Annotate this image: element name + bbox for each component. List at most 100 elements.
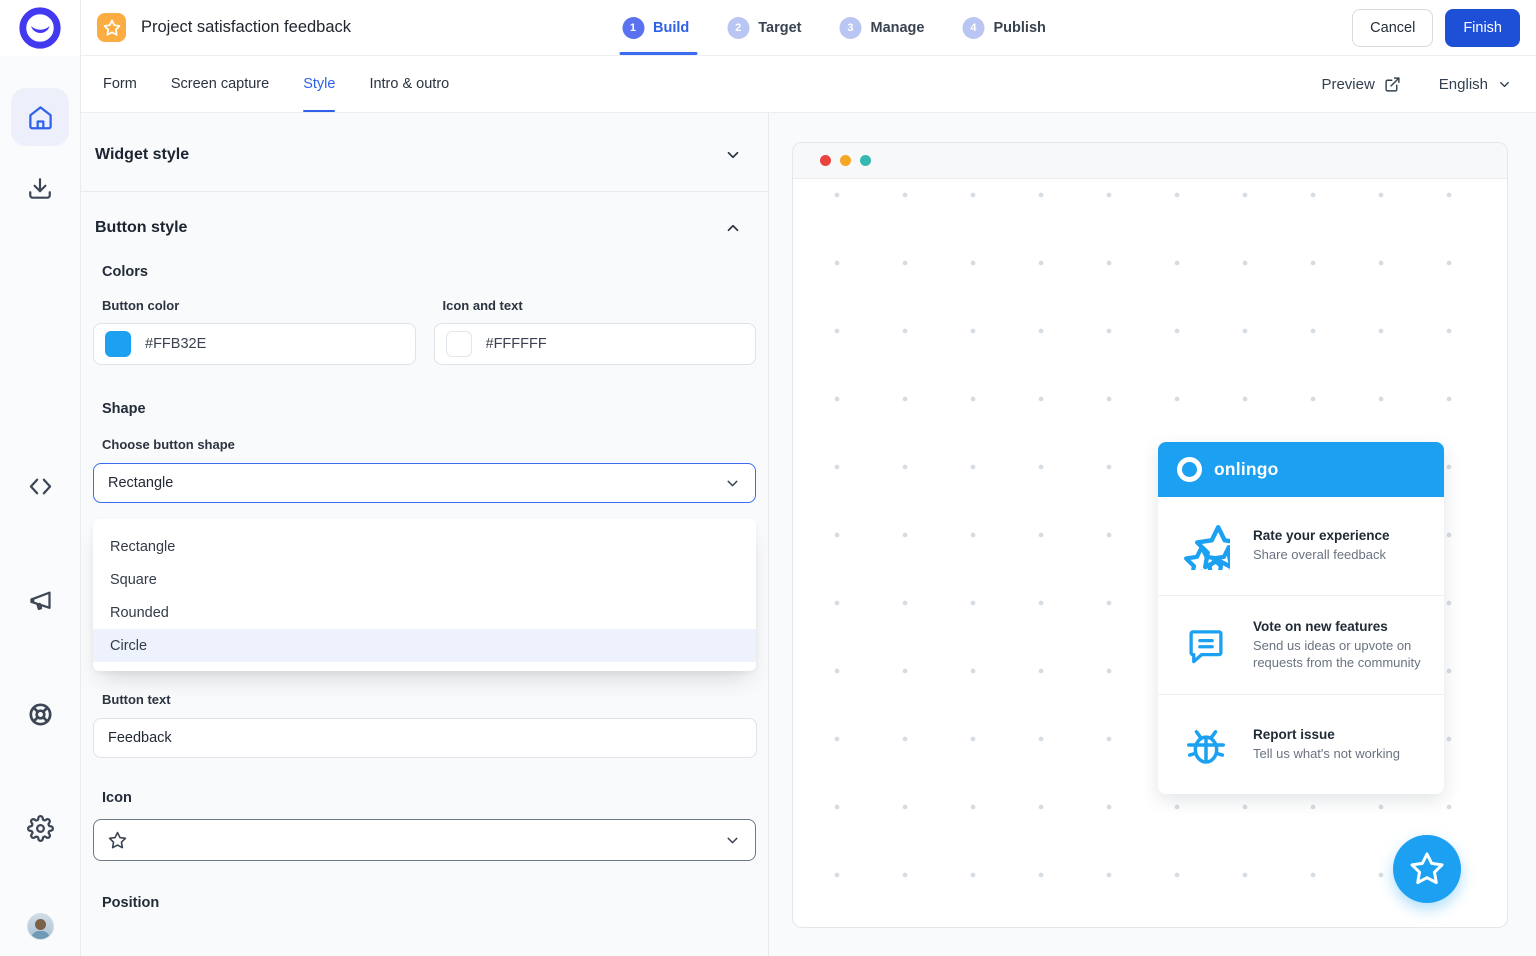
widget-item-text: Report issue Tell us what's not working (1253, 727, 1416, 763)
traffic-dot-red (820, 155, 831, 166)
color-fields-row: Button color Icon and text (93, 280, 756, 365)
gear-icon (27, 815, 54, 842)
stars-icon (1158, 522, 1253, 570)
browser-mockup-body: onlingo (793, 179, 1507, 927)
download-icon (27, 176, 53, 202)
widget-header: onlingo (1158, 442, 1444, 497)
star-icon (1409, 851, 1445, 887)
icon-text-color-value-input[interactable] (486, 336, 606, 352)
user-avatar[interactable] (27, 913, 54, 940)
step-build[interactable]: 1 Build (622, 17, 689, 39)
shape-option-square[interactable]: Square (93, 563, 756, 596)
widget-brand: onlingo (1214, 459, 1279, 480)
step-manage[interactable]: 3 Manage (839, 17, 924, 39)
widget-item-text: Vote on new features Send us ideas or up… (1253, 619, 1444, 671)
project-badge (97, 13, 126, 42)
icon-heading: Icon (81, 790, 768, 806)
tab-style[interactable]: Style (303, 56, 335, 112)
sidebar-item-announcements[interactable] (11, 571, 69, 629)
content-area: Widget style Button style Colors Button … (81, 113, 1536, 956)
sidebar-item-settings[interactable] (11, 799, 69, 857)
shape-option-rounded[interactable]: Rounded (93, 596, 756, 629)
traffic-dot-orange (840, 155, 851, 166)
icon-text-color-label: Icon and text (443, 298, 757, 313)
star-icon (103, 19, 121, 37)
widget-item-rate-experience[interactable]: Rate your experience Share overall feedb… (1158, 497, 1444, 596)
button-color-input[interactable] (93, 323, 416, 365)
button-color-swatch[interactable] (105, 331, 131, 357)
finish-button[interactable]: Finish (1445, 9, 1520, 47)
feedback-launcher-button[interactable] (1393, 835, 1461, 903)
shape-option-circle[interactable]: Circle (93, 629, 756, 662)
wizard-steps: 1 Build 2 Target 3 Manage 4 Publish (622, 0, 1046, 55)
button-style-section-header[interactable]: Button style (81, 192, 768, 264)
tab-form[interactable]: Form (103, 56, 137, 112)
step-publish[interactable]: 4 Publish (962, 17, 1045, 39)
external-link-icon (1384, 76, 1401, 93)
icon-text-color-field: Icon and text (434, 280, 757, 365)
choose-button-shape-label: Choose button shape (102, 437, 768, 452)
sidebar (0, 0, 81, 956)
button-shape-select[interactable]: Rectangle (93, 463, 756, 503)
sidebar-nav (0, 56, 80, 956)
icon-text-color-input[interactable] (434, 323, 757, 365)
position-heading: Position (81, 895, 768, 911)
button-text-field[interactable] (93, 718, 757, 758)
bug-icon (1158, 723, 1253, 767)
button-color-field: Button color (93, 280, 416, 365)
tab-intro-outro[interactable]: Intro & outro (369, 56, 449, 112)
cancel-button[interactable]: Cancel (1352, 9, 1433, 47)
button-color-value-input[interactable] (145, 336, 265, 352)
top-bar: Project satisfaction feedback 1 Build 2 … (81, 0, 1536, 56)
colors-heading: Colors (81, 264, 768, 280)
button-text-label: Button text (102, 692, 768, 707)
chevron-down-icon (1497, 77, 1512, 92)
widget-item-text: Rate your experience Share overall feedb… (1253, 528, 1406, 564)
builder-tabbar: Form Screen capture Style Intro & outro … (81, 56, 1536, 113)
feedback-widget-preview: onlingo (1158, 442, 1444, 794)
widget-item-vote-features[interactable]: Vote on new features Send us ideas or up… (1158, 596, 1444, 695)
button-shape-selected-value: Rectangle (108, 475, 173, 491)
icon-text-color-swatch[interactable] (446, 331, 472, 357)
comment-icon (1158, 624, 1253, 666)
button-color-label: Button color (102, 298, 416, 313)
sidebar-item-help[interactable] (11, 685, 69, 743)
chevron-down-icon[interactable] (724, 146, 742, 164)
chevron-up-icon[interactable] (724, 219, 742, 237)
button-style-title: Button style (95, 219, 187, 237)
app-window: Project satisfaction feedback 1 Build 2 … (0, 0, 1536, 956)
button-text-input[interactable] (94, 730, 756, 746)
shape-option-rectangle[interactable]: Rectangle (93, 530, 756, 563)
tab-screen-capture[interactable]: Screen capture (171, 56, 269, 112)
widget-style-title: Widget style (95, 146, 189, 164)
widget-item-report-issue[interactable]: Report issue Tell us what's not working (1158, 695, 1444, 794)
app-logo[interactable] (0, 0, 80, 56)
button-shape-dropdown: Rectangle Square Rounded Circle (93, 519, 756, 671)
button-icon-select[interactable] (93, 819, 756, 861)
topbar-actions: Cancel Finish (1352, 9, 1520, 47)
star-icon (108, 831, 127, 850)
sidebar-bottom-group (11, 457, 69, 940)
preview-button[interactable]: Preview (1321, 76, 1400, 93)
chevron-down-icon (724, 475, 741, 492)
builder-tabs: Form Screen capture Style Intro & outro (103, 56, 449, 112)
sidebar-item-widget-code[interactable] (11, 457, 69, 515)
style-config-panel: Widget style Button style Colors Button … (81, 113, 769, 956)
preview-area: onlingo (769, 113, 1536, 956)
browser-mockup-header (793, 143, 1507, 179)
lifebuoy-icon (27, 701, 54, 728)
main-column: Project satisfaction feedback 1 Build 2 … (81, 0, 1536, 956)
home-icon (27, 104, 54, 131)
code-icon (27, 473, 54, 500)
widget-style-section-header[interactable]: Widget style (81, 113, 768, 191)
language-selector[interactable]: English (1439, 76, 1512, 93)
shape-heading: Shape (81, 401, 768, 417)
step-target[interactable]: 2 Target (727, 17, 801, 39)
gleap-logo-icon (18, 6, 62, 50)
sidebar-item-installs[interactable] (11, 160, 69, 218)
page-title: Project satisfaction feedback (141, 18, 351, 37)
browser-mockup: onlingo (792, 142, 1508, 928)
tabbar-right: Preview English (1321, 56, 1512, 112)
traffic-dot-teal (860, 155, 871, 166)
sidebar-item-home[interactable] (11, 88, 69, 146)
